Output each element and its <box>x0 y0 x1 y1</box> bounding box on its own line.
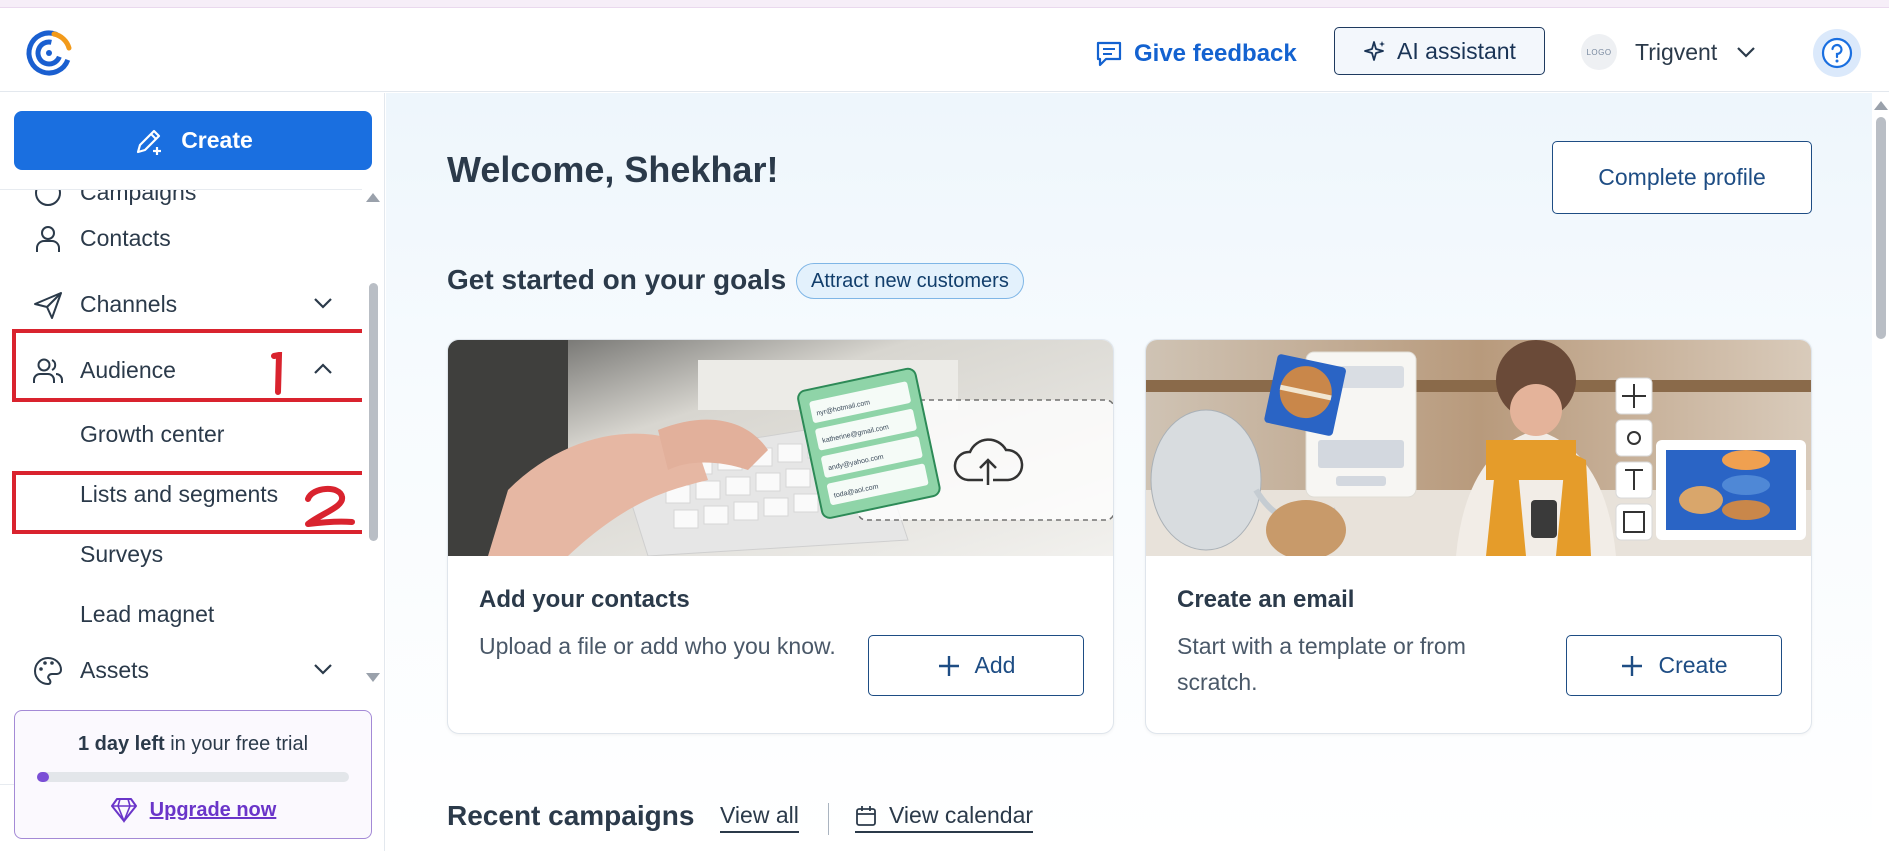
recent-campaigns-heading: Recent campaigns <box>447 800 695 831</box>
plus-icon <box>938 655 959 676</box>
create-email-illustration <box>1146 340 1811 556</box>
add-button-label: Add <box>974 652 1016 678</box>
plus-icon <box>1622 655 1643 676</box>
campaigns-icon <box>35 190 61 206</box>
create-email-card: Create an email Start with a template or… <box>1145 339 1812 734</box>
browser-top-strip <box>0 0 1889 8</box>
create-label: Create <box>181 127 253 153</box>
goal-tag[interactable]: Attract new customers <box>796 263 1024 299</box>
add-contacts-card: nyr@hotmail.com katherine@gmail.com andy… <box>447 339 1114 734</box>
chevron-down-icon <box>1737 47 1756 58</box>
sidebar-subitem-growth-center[interactable]: Growth center <box>80 421 224 448</box>
trial-progress-bar <box>37 772 349 782</box>
sidebar-item-label: Assets <box>80 656 150 683</box>
trial-progress-fill <box>37 772 50 782</box>
upgrade-label: Upgrade now <box>149 798 277 821</box>
scroll-up-arrow[interactable] <box>366 193 380 202</box>
pencil-plus-icon <box>137 129 162 155</box>
view-all-link[interactable]: View all <box>720 802 799 833</box>
account-logo: LOGO <box>1581 34 1617 70</box>
page-scroll-up-arrow[interactable] <box>1874 101 1888 110</box>
add-contacts-illustration: nyr@hotmail.com katherine@gmail.com andy… <box>448 340 1113 556</box>
view-calendar-link[interactable]: View calendar <box>855 802 1034 833</box>
sidebar-item-label: Campaigns <box>80 189 197 205</box>
give-feedback-link[interactable]: Give feedback <box>1094 34 1297 74</box>
chevron-down-icon <box>314 298 332 309</box>
constant-contact-logo[interactable] <box>24 28 74 78</box>
trial-text: 1 day left in your free trial <box>15 733 371 756</box>
person-icon <box>36 226 60 252</box>
card-description: Upload a file or add who you know. <box>479 633 836 659</box>
upgrade-now-link[interactable]: Upgrade now <box>15 797 371 823</box>
chevron-down-icon <box>314 664 332 675</box>
sidebar-item-label: Channels <box>80 290 178 317</box>
complete-profile-button[interactable]: Complete profile <box>1552 141 1812 214</box>
help-button[interactable] <box>1813 29 1861 77</box>
trial-rest: in your free trial <box>164 733 309 755</box>
main-content: Welcome, Shekhar! Complete profile Get s… <box>386 93 1872 851</box>
create-button-label: Create <box>1658 652 1728 678</box>
ai-assistant-label: AI assistant <box>1397 37 1516 64</box>
page-scrollbar-thumb[interactable] <box>1876 117 1886 339</box>
app-header: Give feedback AI assistant LOGO Trigvent <box>0 8 1889 92</box>
link-divider <box>828 803 829 835</box>
feedback-icon <box>1096 41 1122 67</box>
account-menu[interactable]: LOGO Trigvent <box>1581 30 1757 74</box>
add-contacts-button[interactable]: Add <box>868 635 1084 696</box>
palette-icon <box>34 656 63 686</box>
trial-days-left: 1 day left <box>77 733 165 755</box>
sidebar-item-label: Contacts <box>80 224 171 251</box>
card-title: Create an email <box>1177 586 1355 613</box>
sidebar: Create Campaigns Contacts Channels Audie… <box>0 93 385 851</box>
sidebar-subitem-surveys[interactable]: Surveys <box>80 541 163 568</box>
scroll-down-arrow[interactable] <box>366 673 380 682</box>
feedback-label: Give feedback <box>1134 40 1297 67</box>
annotation-mark-1 <box>271 352 283 395</box>
goals-heading: Get started on your goals <box>447 264 787 295</box>
sidebar-scrollbar-thumb[interactable] <box>369 283 378 541</box>
help-icon <box>1821 37 1853 69</box>
page-title: Welcome, Shekhar! <box>447 149 779 190</box>
view-calendar-label: View calendar <box>889 802 1034 828</box>
annotation-box-audience <box>12 329 362 402</box>
annotation-mark-2 <box>305 486 355 527</box>
account-name: Trigvent <box>1635 38 1718 65</box>
sidebar-nav[interactable]: Campaigns Contacts Channels Audience Gro… <box>0 189 362 785</box>
create-email-button[interactable]: Create <box>1566 635 1782 696</box>
sidebar-item-assets[interactable]: Assets <box>0 640 362 700</box>
sparkle-icon <box>1364 41 1386 61</box>
card-title: Add your contacts <box>479 586 690 613</box>
calendar-icon <box>856 805 876 826</box>
create-button[interactable]: Create <box>14 111 372 170</box>
trial-card: 1 day left in your free trial Upgrade no… <box>14 710 372 839</box>
diamond-icon <box>110 798 137 823</box>
sidebar-subitem-lead-magnet[interactable]: Lead magnet <box>80 601 214 628</box>
ai-assistant-button[interactable]: AI assistant <box>1334 27 1545 75</box>
paper-plane-icon <box>34 292 62 319</box>
sidebar-item-channels[interactable]: Channels <box>0 274 362 334</box>
card-description: Start with a template or from scratch. <box>1177 633 1466 695</box>
sidebar-item-contacts[interactable]: Contacts <box>0 208 362 268</box>
